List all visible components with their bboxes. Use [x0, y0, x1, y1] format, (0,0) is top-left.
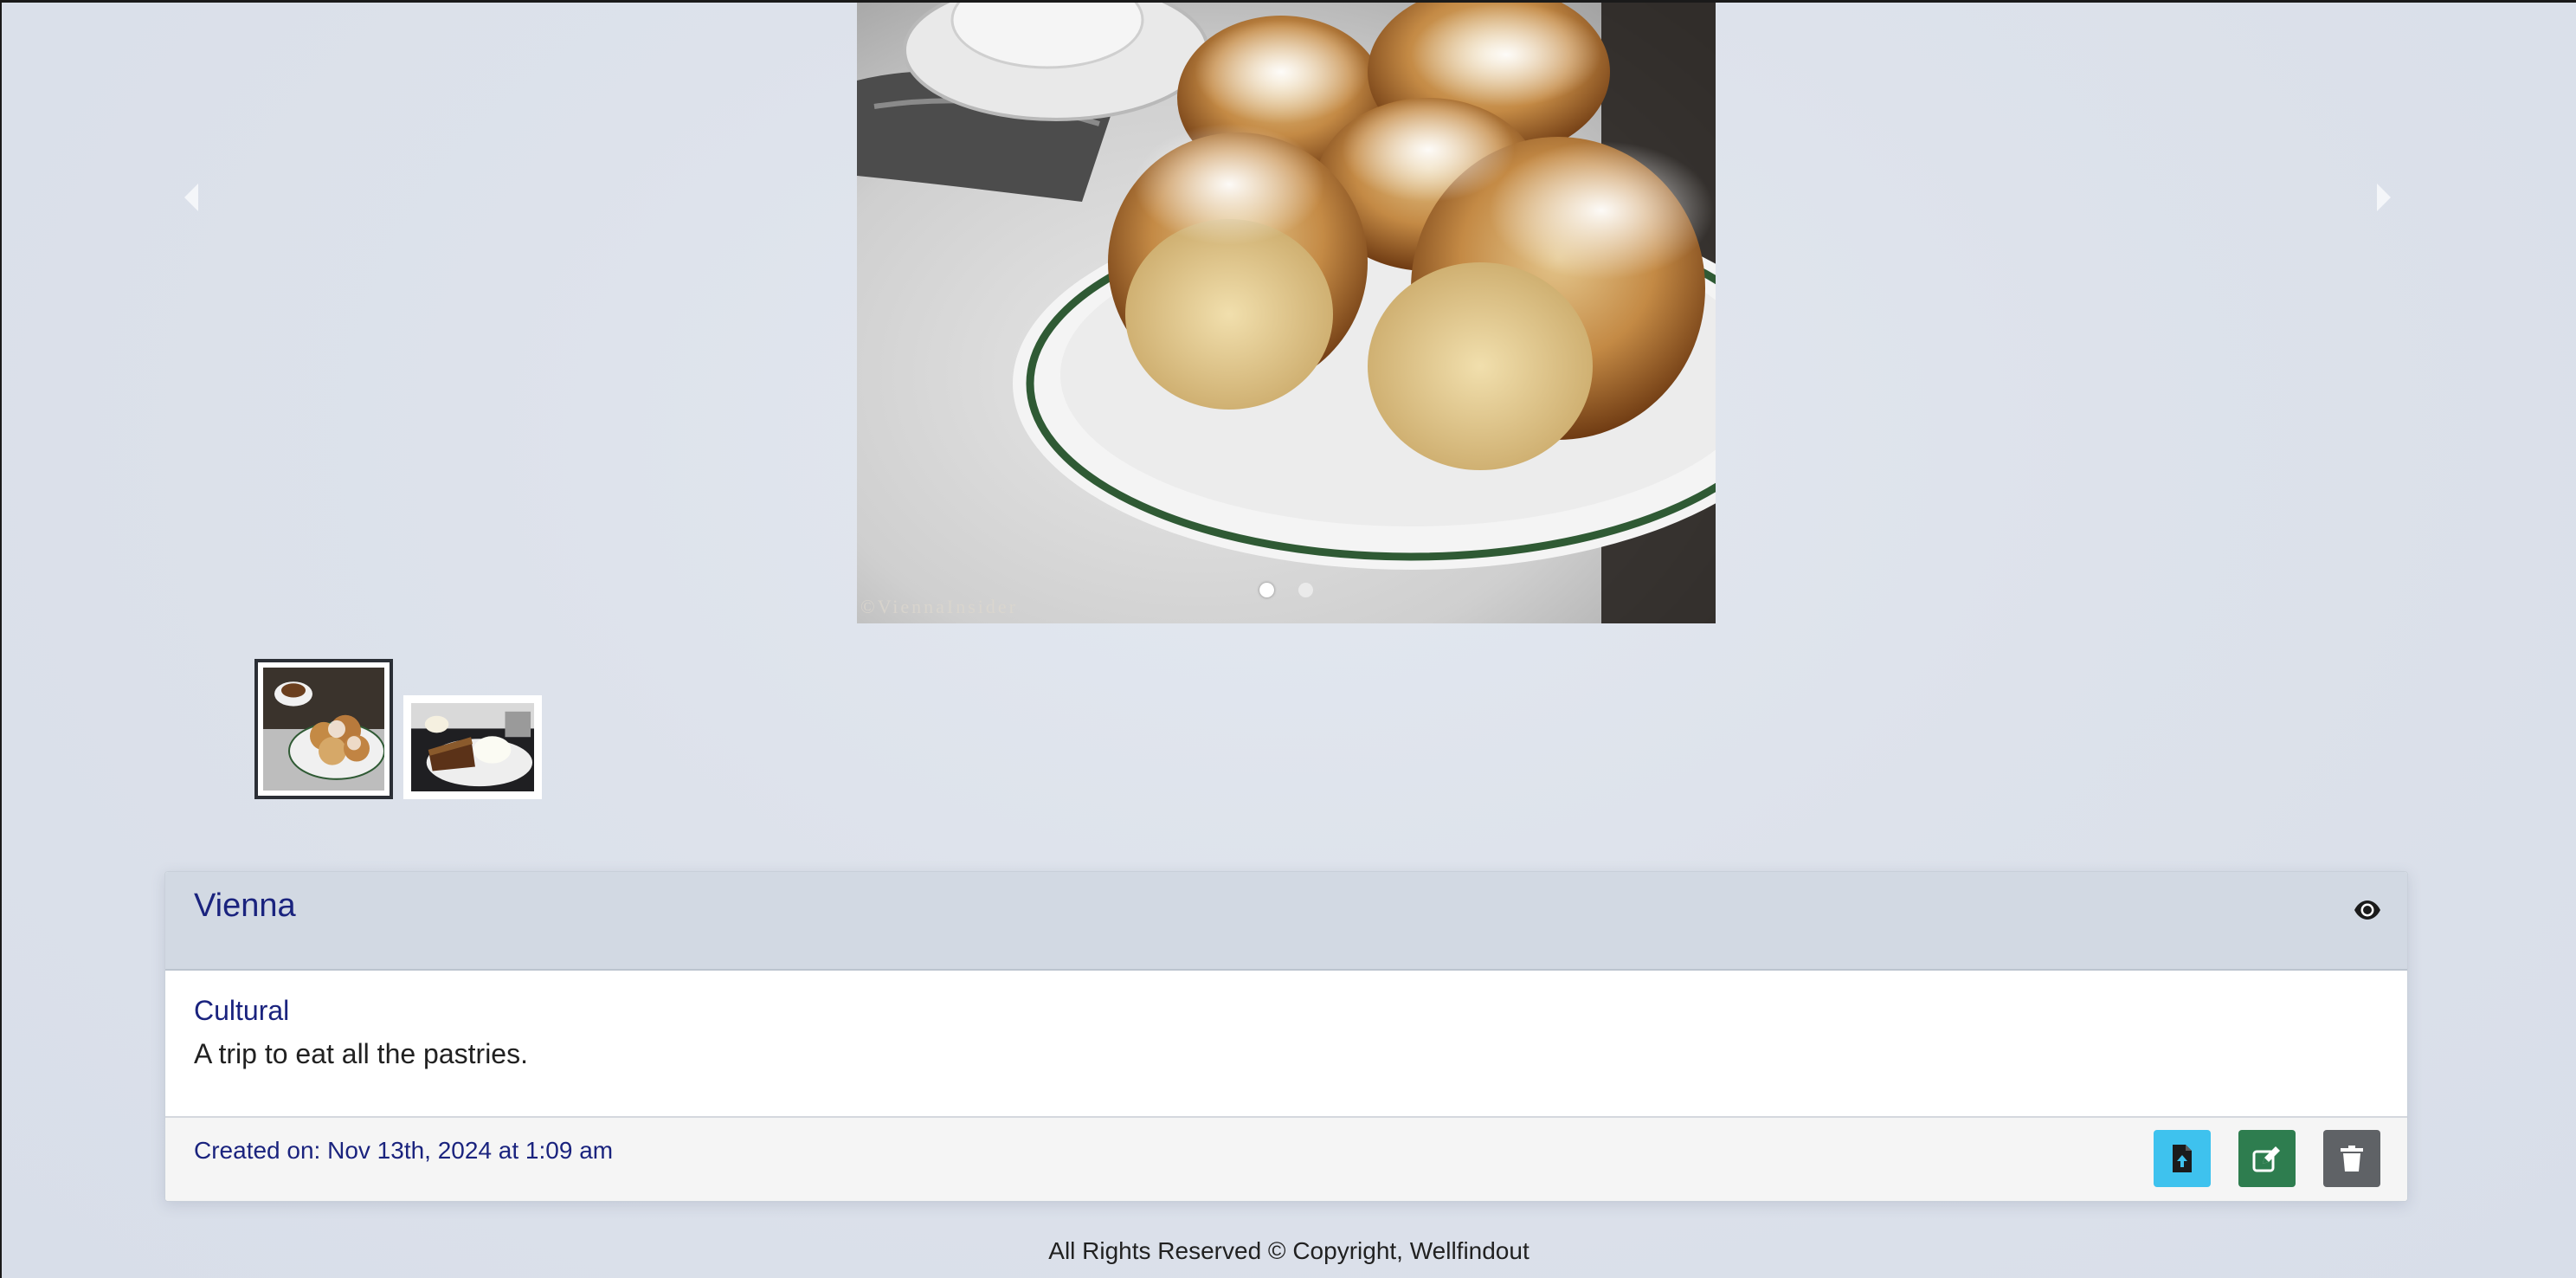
delete-button[interactable]: [2323, 1130, 2380, 1187]
site-footer-copyright: All Rights Reserved © Copyright, Wellfin…: [1048, 1237, 1530, 1264]
chevron-right-icon: [2377, 184, 2391, 211]
trash-icon: [2341, 1146, 2363, 1172]
thumbnail-1[interactable]: [254, 659, 393, 799]
created-timestamp: Created on: Nov 13th, 2024 at 1:09 am: [194, 1137, 614, 1164]
trip-card: Vienna Cultural A trip to eat all the pa…: [164, 871, 2408, 1202]
image-carousel[interactable]: ©ViennaInsider: [857, 3, 1716, 623]
carousel-next-button[interactable]: [2367, 180, 2402, 215]
trip-title[interactable]: Vienna: [194, 888, 296, 925]
trip-card-footer: Created on: Nov 13th, 2024 at 1:09 am: [165, 1118, 2407, 1201]
eye-icon[interactable]: [2354, 896, 2381, 924]
edit-button[interactable]: [2238, 1130, 2296, 1187]
carousel-indicators: [857, 583, 1716, 597]
upload-file-button[interactable]: [2154, 1130, 2211, 1187]
carousel-prev-button[interactable]: [173, 180, 208, 215]
carousel-indicator-2[interactable]: [1298, 583, 1313, 597]
carousel-image-pastries: [857, 3, 1716, 623]
trip-card-body: Cultural A trip to eat all the pastries.: [165, 971, 2407, 1118]
thumbnail-image-pastries: [263, 668, 384, 791]
edit-icon: [2252, 1146, 2280, 1172]
trip-category: Cultural: [194, 995, 290, 1026]
thumbnail-image-cake: [411, 703, 534, 791]
trip-card-header: Vienna: [165, 872, 2407, 971]
carousel-indicator-1[interactable]: [1259, 583, 1274, 597]
chevron-left-icon: [184, 184, 198, 211]
image-watermark: ©ViennaInsider: [860, 596, 1019, 617]
trip-description: A trip to eat all the pastries.: [194, 1038, 528, 1069]
thumbnail-2[interactable]: [403, 695, 542, 799]
file-upload-icon: [2173, 1145, 2192, 1172]
